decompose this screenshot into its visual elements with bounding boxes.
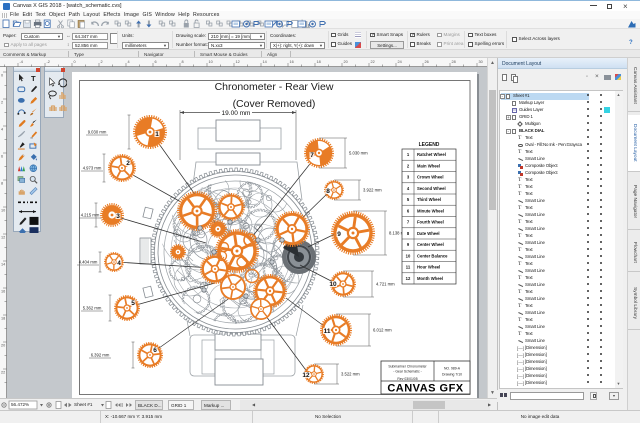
svg-text:Chronometer - Rear View: Chronometer - Rear View [215, 81, 334, 93]
svg-text:T: T [31, 74, 36, 83]
svg-text:10: 10 [1, 209, 5, 213]
svg-text:3.922 mm: 3.922 mm [363, 188, 382, 193]
svg-text:20: 20 [1, 344, 5, 348]
svg-text:LEGEND: LEGEND [419, 142, 440, 148]
svg-text:3.522 mm: 3.522 mm [341, 372, 360, 377]
svg-text:26: 26 [425, 60, 429, 64]
svg-text:-4: -4 [20, 60, 23, 64]
svg-text:0: 0 [1, 74, 3, 78]
svg-text:8: 8 [182, 60, 184, 64]
svg-text:-2: -2 [47, 60, 50, 64]
svg-text:6: 6 [153, 347, 157, 354]
svg-text:Drawing 7/10: Drawing 7/10 [442, 373, 462, 377]
svg-text:22: 22 [1, 371, 5, 375]
svg-text:5: 5 [131, 300, 135, 307]
svg-text:6.012 mm: 6.012 mm [373, 328, 392, 333]
svg-text:18: 18 [317, 60, 321, 64]
svg-text:5.030 mm: 5.030 mm [349, 151, 368, 156]
svg-text:16: 16 [290, 60, 294, 64]
svg-text:12: 12 [406, 276, 411, 281]
svg-text:2: 2 [1, 101, 3, 105]
svg-text:10: 10 [406, 254, 411, 259]
svg-text:9: 9 [337, 231, 341, 238]
svg-text:4: 4 [1, 128, 3, 132]
svg-text:4.404 mm: 4.404 mm [79, 260, 98, 265]
svg-text:14: 14 [1, 263, 5, 267]
svg-text:22: 22 [371, 60, 375, 64]
svg-text:3: 3 [116, 213, 120, 220]
svg-text:(Cover Removed): (Cover Removed) [233, 98, 316, 110]
svg-text:6.392 mm: 6.392 mm [91, 353, 110, 358]
svg-text:Center Wheel: Center Wheel [417, 242, 444, 247]
svg-text:4.973 mm: 4.973 mm [83, 166, 102, 171]
svg-text:12: 12 [236, 60, 240, 64]
svg-text:30: 30 [479, 60, 483, 64]
svg-text:16: 16 [1, 290, 5, 294]
svg-text:Hour Wheel: Hour Wheel [417, 265, 440, 270]
svg-text:Date Wheel: Date Wheel [417, 231, 440, 236]
svg-text:6: 6 [155, 60, 157, 64]
svg-text:10: 10 [329, 281, 337, 288]
svg-text:12: 12 [1, 236, 5, 240]
svg-text:Ratchet Wheel: Ratchet Wheel [417, 152, 446, 157]
svg-text:Crown Wheel: Crown Wheel [417, 175, 444, 180]
svg-text:5.362 mm: 5.362 mm [83, 306, 102, 311]
svg-text:14: 14 [263, 60, 267, 64]
svg-text:CANVAS GFX: CANVAS GFX [387, 383, 463, 395]
svg-text:24: 24 [398, 60, 402, 64]
svg-text:Rev 03/01/05: Rev 03/01/05 [397, 377, 417, 381]
svg-text:2: 2 [101, 60, 103, 64]
svg-text:Month Wheel: Month Wheel [417, 276, 443, 281]
svg-text:6: 6 [1, 155, 3, 159]
svg-text:Minute Wheel: Minute Wheel [417, 209, 444, 214]
svg-text:Second Wheel: Second Wheel [417, 186, 446, 191]
svg-text:11: 11 [406, 265, 411, 270]
svg-text:8: 8 [326, 188, 330, 195]
svg-text:20: 20 [344, 60, 348, 64]
svg-text:10: 10 [209, 60, 213, 64]
svg-text:28: 28 [452, 60, 456, 64]
svg-text:18: 18 [1, 317, 5, 321]
svg-text:11: 11 [324, 328, 331, 335]
svg-text:2: 2 [126, 160, 130, 167]
svg-text:0: 0 [74, 60, 76, 64]
svg-text:1: 1 [155, 131, 159, 138]
svg-text:19.00 mm: 19.00 mm [222, 110, 251, 117]
svg-text:Main Wheel: Main Wheel [417, 164, 440, 169]
svg-text:Third Wheel: Third Wheel [417, 197, 441, 202]
svg-text:Submariner Chronometer: Submariner Chronometer [388, 365, 427, 369]
svg-text:7: 7 [310, 152, 314, 159]
svg-text:Fourth Wheel: Fourth Wheel [417, 220, 444, 225]
svg-text:4: 4 [117, 260, 121, 267]
svg-text:4.721 mm: 4.721 mm [376, 282, 395, 287]
svg-text:4: 4 [128, 60, 130, 64]
svg-text:Center Balance: Center Balance [417, 254, 448, 259]
svg-text:8: 8 [1, 182, 3, 186]
svg-text:9.030 mm: 9.030 mm [88, 130, 107, 135]
svg-text:NO. 989-A: NO. 989-A [444, 367, 461, 371]
svg-text:4.215 mm: 4.215 mm [81, 213, 100, 218]
svg-text:12: 12 [302, 372, 310, 379]
svg-text:- Gear Schematic -: - Gear Schematic - [393, 370, 421, 374]
